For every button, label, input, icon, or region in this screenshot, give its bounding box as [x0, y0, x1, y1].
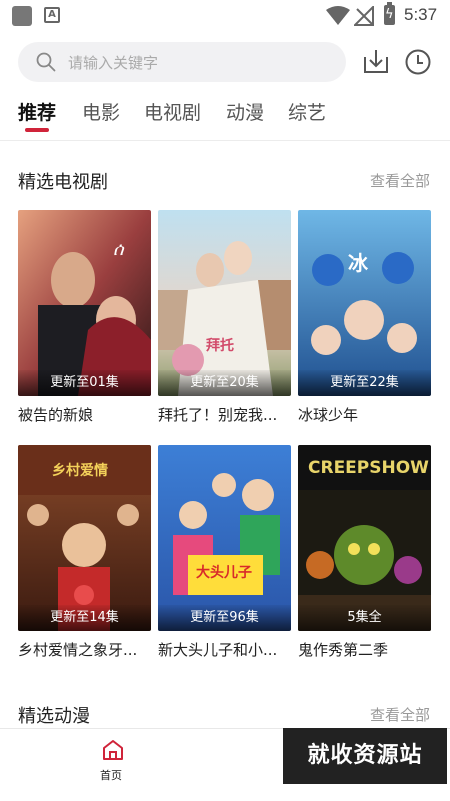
active-tab-indicator [25, 128, 49, 132]
episode-badge: 5集全 [298, 605, 431, 631]
section-title-anime: 精选动漫 [18, 706, 90, 727]
see-all-anime-link[interactable]: 查看全部 [370, 704, 430, 725]
tab-recommend[interactable]: 推荐 [18, 98, 56, 125]
svg-text:冰: 冰 [348, 251, 369, 275]
card-title: 乡村爱情之象牙... [18, 641, 138, 659]
svg-text:大头儿子: 大头儿子 [196, 564, 252, 581]
card-title: 拜托了！别宠我... [158, 406, 278, 424]
poster-image: 大头儿子 更新至96集 [158, 445, 291, 631]
search-input[interactable]: 请输入关键字 [18, 42, 346, 82]
status-time: 5:37 [404, 5, 438, 24]
poster-image: 拜托 更新至20集 [158, 210, 291, 396]
search-icon [36, 52, 56, 72]
nav-home-label[interactable]: 首页 [100, 767, 122, 783]
tab-anime[interactable]: 动漫 [226, 98, 264, 125]
watermark: 就收资源站 [283, 728, 447, 784]
media-card[interactable]: CREEPSHOW 5集全 鬼作秀第二季 [298, 445, 431, 660]
episode-badge: 更新至20集 [158, 370, 291, 396]
episode-badge: 更新至01集 [18, 370, 151, 396]
see-all-tv-link[interactable]: 查看全部 [370, 170, 430, 191]
episode-badge: 更新至22集 [298, 370, 431, 396]
card-title: 被告的新娘 [18, 406, 94, 424]
svg-text:拜托: 拜托 [206, 337, 234, 354]
card-title: 新大头儿子和小... [158, 641, 278, 659]
app-notification-icon [12, 6, 32, 26]
media-card[interactable]: 大头儿子 更新至96集 新大头儿子和小... [158, 445, 291, 660]
poster-image: ሰ 更新至01集 [18, 210, 151, 396]
download-icon[interactable] [362, 47, 390, 75]
signal-off-icon [354, 6, 374, 26]
tab-tv-series[interactable]: 电视剧 [144, 98, 201, 125]
search-placeholder: 请输入关键字 [68, 54, 159, 72]
poster-image: 冰 更新至22集 [298, 210, 431, 396]
media-card[interactable]: 冰 更新至22集 冰球少年 [298, 210, 431, 425]
episode-badge: 更新至96集 [158, 605, 291, 631]
tab-movies[interactable]: 电影 [82, 98, 120, 125]
episode-badge: 更新至14集 [18, 605, 151, 631]
poster-image: CREEPSHOW 5集全 [298, 445, 431, 631]
a-notification-icon: A [44, 7, 60, 23]
media-card[interactable]: 乡村爱情 更新至14集 乡村爱情之象牙... [18, 445, 151, 660]
battery-charging-icon: ϟ [384, 2, 395, 25]
poster-image: 乡村爱情 更新至14集 [18, 445, 151, 631]
tab-variety[interactable]: 综艺 [288, 98, 326, 125]
media-card[interactable]: 拜托 更新至20集 拜托了！别宠我... [158, 210, 291, 425]
home-icon[interactable] [101, 739, 125, 761]
category-tabs: 推荐 电影 电视剧 动漫 综艺 [18, 98, 438, 138]
section-title-tv: 精选电视剧 [18, 172, 108, 193]
svg-text:ሰ: ሰ [113, 239, 125, 260]
divider [0, 140, 450, 141]
history-icon[interactable] [404, 48, 432, 76]
card-title: 冰球少年 [298, 406, 359, 424]
svg-text:乡村爱情: 乡村爱情 [52, 462, 108, 479]
status-bar: A ϟ 5:37 [0, 0, 450, 32]
wifi-icon [326, 6, 350, 25]
card-title: 鬼作秀第二季 [298, 641, 389, 659]
media-card[interactable]: ሰ 更新至01集 被告的新娘 [18, 210, 151, 425]
svg-text:CREEPSHOW: CREEPSHOW [308, 458, 429, 478]
